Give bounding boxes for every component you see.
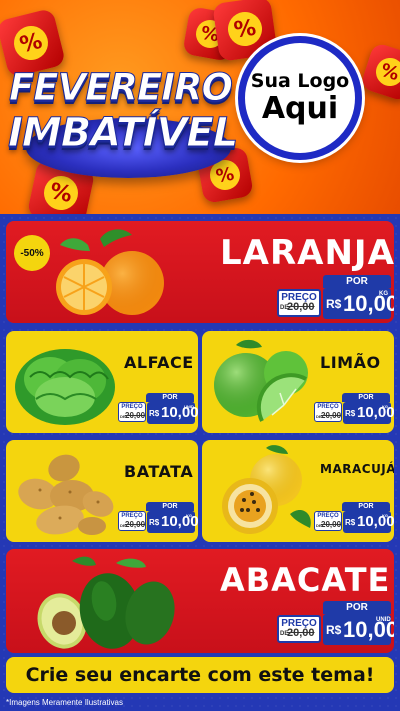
discount-badge: -50% — [14, 235, 50, 271]
old-price: 20,00 — [321, 520, 342, 529]
old-price: 20,00 — [287, 627, 315, 639]
product-card-batata: BATATA POR PREÇO DE 20,00 R$ 10,00 KG — [6, 440, 198, 542]
orange-image-icon — [56, 229, 164, 315]
disclaimer-text: *Imagens Meramente Ilustrativas — [6, 698, 123, 707]
current-price: R$ 10,00 KG — [343, 511, 394, 533]
old-price: 20,00 — [125, 520, 146, 529]
lime-image-icon — [214, 339, 308, 422]
product-card-alface: ALFACE POR PREÇO DE 20,00 R$ 10,00 UNID — [6, 331, 198, 433]
call-to-action-banner: Crie seu encarte com este tema! — [6, 657, 394, 693]
product-name: BATATA — [124, 462, 194, 481]
header-banner: % % % % % % FEVEREIRO IMBATÍVEL Sua Logo… — [0, 0, 400, 214]
product-card-abacate: ABACATE POR PREÇO DE 20,00 R$ 10,00 UNID — [6, 549, 394, 653]
product-card-maracuja: MARACUJÁ POR PREÇO DE 20,00 R$ 10,00 KG — [202, 440, 394, 542]
logo-text-line-1: Sua Logo — [250, 70, 350, 92]
price-tag: POR PREÇO DE 20,00 R$ 10,00 UNID — [277, 601, 394, 649]
price-tag: POR PREÇO DE 20,00 R$ 10,00 KG — [118, 502, 198, 534]
product-card-laranja: -50% LARANJA POR PREÇO DE 20,00 R$ 10,00… — [6, 221, 394, 323]
por-label: POR — [323, 275, 391, 288]
avocado-image-icon — [37, 556, 175, 649]
product-name: MARACUJÁ — [320, 462, 394, 476]
price-tag: POR PREÇO DE 20,00 R$ 10,00 KG — [314, 502, 394, 534]
old-price: 20,00 — [125, 411, 146, 420]
logo-text-line-2: Aqui — [261, 91, 339, 126]
potato-image-icon — [18, 454, 114, 535]
current-price: R$ 10,00 KG — [323, 288, 394, 319]
product-name: LIMÃO — [320, 353, 381, 372]
percent-tile-icon: % — [359, 41, 400, 103]
title-line-2: IMBATÍVEL — [8, 110, 239, 157]
lettuce-image-icon — [15, 349, 115, 425]
product-name: ABACATE — [220, 561, 391, 599]
current-price: R$ 10,00 KG — [343, 402, 394, 424]
current-price: R$ 10,00 UNID — [323, 614, 394, 645]
price-tag: POR PREÇO DE 20,00 R$ 10,00 KG — [277, 275, 394, 321]
price-tag: POR PREÇO DE 20,00 R$ 10,00 UNID — [118, 393, 198, 425]
campaign-title: FEVEREIRO IMBATÍVEL — [8, 60, 239, 178]
old-price: 20,00 — [321, 411, 342, 420]
product-card-limao: LIMÃO POR PREÇO DE 20,00 R$ 10,00 KG — [202, 331, 394, 433]
product-name: ALFACE — [124, 353, 194, 372]
product-name: LARANJA — [220, 233, 394, 273]
current-price: R$ 10,00 UNID — [147, 402, 198, 424]
logo-placeholder: Sua Logo Aqui — [238, 36, 362, 160]
price-tag: POR PREÇO DE 20,00 R$ 10,00 KG — [314, 393, 394, 425]
passion-fruit-image-icon — [222, 445, 311, 534]
title-line-1: FEVEREIRO — [9, 66, 234, 110]
old-price: 20,00 — [287, 301, 315, 313]
current-price: R$ 10,00 KG — [147, 511, 198, 533]
